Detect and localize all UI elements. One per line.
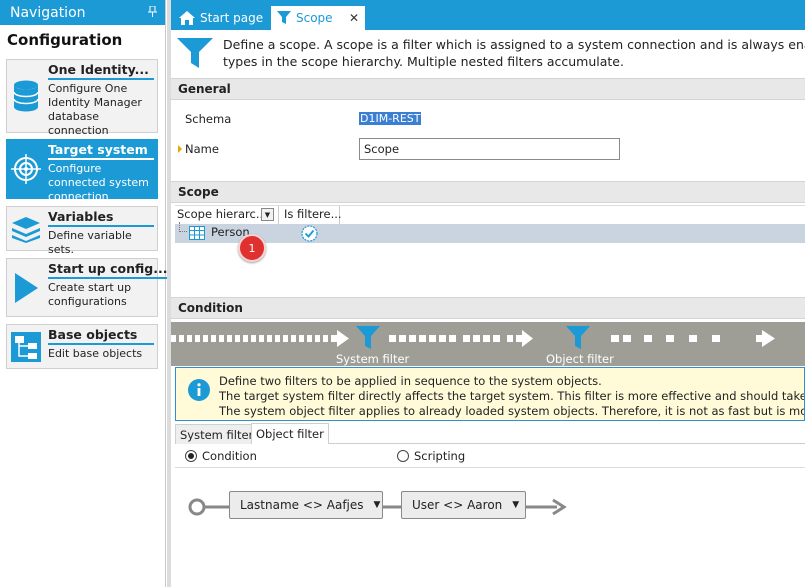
nav-item-title: Start up config... — [48, 261, 168, 279]
nav-item-title: Base objects — [48, 327, 154, 345]
tree-line — [179, 222, 187, 232]
tab-object-filter[interactable]: Object filter — [251, 423, 329, 444]
condition-section-header: Condition — [171, 297, 805, 319]
name-field[interactable]: Scope — [359, 138, 620, 160]
description-line: types in the scope hierarchy. Multiple n… — [223, 54, 624, 69]
tab-start-page[interactable]: Start page — [173, 6, 269, 30]
radio-dot[interactable] — [397, 450, 409, 462]
database-icon — [7, 60, 45, 132]
column-header-is-filtered[interactable]: Is filtere... — [280, 206, 342, 224]
nav-item-title: Variables — [48, 209, 154, 227]
stack-icon — [7, 207, 45, 250]
info-banner: Define two filters to be applied in sequ… — [175, 367, 805, 421]
scope-section-header: Scope — [171, 181, 805, 203]
system-filter-label: System filter — [336, 352, 410, 366]
nav-item-desc: Configure connected system connection — [48, 162, 149, 203]
document-tab-bar: Start page Scope ✕ — [171, 0, 805, 30]
nav-item-desc: Configure One Identity Manager database … — [48, 82, 142, 137]
pipeline-arrows — [171, 326, 775, 349]
hierarchy-icon — [7, 325, 45, 368]
nav-section-title: Configuration — [7, 31, 123, 49]
required-marker-icon — [178, 145, 182, 153]
schema-label: Schema — [185, 112, 232, 126]
nav-item-start-up-config[interactable]: Start up config... Create start up confi… — [6, 258, 168, 317]
nav-item-desc: Create start up configurations — [48, 281, 132, 308]
table-icon — [189, 226, 205, 243]
radio-scripting[interactable]: Scripting — [397, 449, 465, 463]
nav-item-title: Target system — [48, 142, 154, 160]
condition-flow: Lastname <> Aafjes ▼ User <> Aaron ▼ — [171, 485, 805, 535]
description-text: Define a scope. A scope is a filter whic… — [171, 30, 805, 74]
chevron-down-icon[interactable]: ▼ — [374, 500, 381, 510]
scope-editor: Define a scope. A scope is a filter whic… — [171, 30, 805, 587]
app-window: Navigation Configuration One Identity...… — [0, 0, 805, 587]
target-icon — [7, 140, 45, 198]
tab-system-filter[interactable]: System filter — [175, 424, 259, 444]
tab-label: Scope — [296, 11, 333, 25]
column-header-label: Scope hierarc... — [177, 207, 267, 221]
radio-label: Condition — [202, 449, 257, 463]
pin-icon[interactable] — [148, 5, 157, 20]
navigation-title: Navigation — [10, 4, 86, 21]
home-icon — [179, 11, 195, 25]
info-icon — [188, 379, 210, 405]
callout-badge: 1 — [238, 234, 266, 262]
nav-item-base-objects[interactable]: Base objects Edit base objects — [6, 324, 158, 369]
condition-chip-user[interactable]: User <> Aaron ▼ — [401, 491, 526, 519]
radio-label: Scripting — [414, 449, 466, 463]
filter-mode-bar: Condition Scripting — [175, 444, 805, 468]
name-label: Name — [185, 142, 219, 156]
table-row[interactable]: Person — [175, 222, 805, 245]
tab-label: Start page — [200, 11, 264, 25]
chip-label: User <> Aaron — [412, 498, 503, 512]
column-header-scope-hierarchy[interactable]: Scope hierarc... ▼ — [175, 206, 279, 224]
check-circle-icon — [301, 225, 318, 245]
play-icon — [7, 259, 45, 316]
chip-label: Lastname <> Aafjes — [240, 498, 364, 512]
filter-icon — [277, 11, 291, 25]
navigation-header: Navigation — [0, 0, 165, 25]
filter-subtabs: System filter Object filter — [175, 422, 805, 444]
tab-scope[interactable]: Scope ✕ — [271, 6, 365, 30]
navigation-pane: Navigation Configuration One Identity...… — [0, 0, 168, 587]
filter-pipeline: System filter Object filter — [171, 322, 805, 366]
chevron-down-icon[interactable]: ▼ — [261, 208, 274, 221]
info-line: The target system filter directly affect… — [219, 389, 805, 403]
object-filter-label: Object filter — [546, 352, 614, 366]
schema-value[interactable]: D1IM-REST — [359, 112, 422, 125]
nav-item-desc: Edit base objects — [48, 347, 143, 360]
info-line: The system object filter applies to alre… — [219, 404, 804, 418]
radio-dot[interactable] — [185, 450, 197, 462]
general-section-header: General — [171, 78, 805, 100]
nav-item-desc: Define variable sets. — [48, 229, 132, 256]
nav-item-one-identity[interactable]: One Identity... Configure One Identity M… — [6, 59, 158, 137]
scope-hierarchy-grid: Scope hierarc... ▼ Is filtere... — [175, 205, 805, 285]
nav-item-variables[interactable]: Variables Define variable sets. — [6, 206, 158, 256]
nav-item-title: One Identity... — [48, 62, 154, 80]
radio-condition[interactable]: Condition — [185, 449, 257, 463]
chevron-down-icon[interactable]: ▼ — [512, 500, 519, 510]
nav-item-target-system[interactable]: Target system Configure connected system… — [6, 139, 158, 203]
info-line: Define two filters to be applied in sequ… — [219, 374, 602, 388]
close-icon[interactable]: ✕ — [349, 11, 359, 25]
description-line: Define a scope. A scope is a filter whic… — [223, 37, 805, 52]
condition-chip-lastname[interactable]: Lastname <> Aafjes ▼ — [229, 491, 383, 519]
